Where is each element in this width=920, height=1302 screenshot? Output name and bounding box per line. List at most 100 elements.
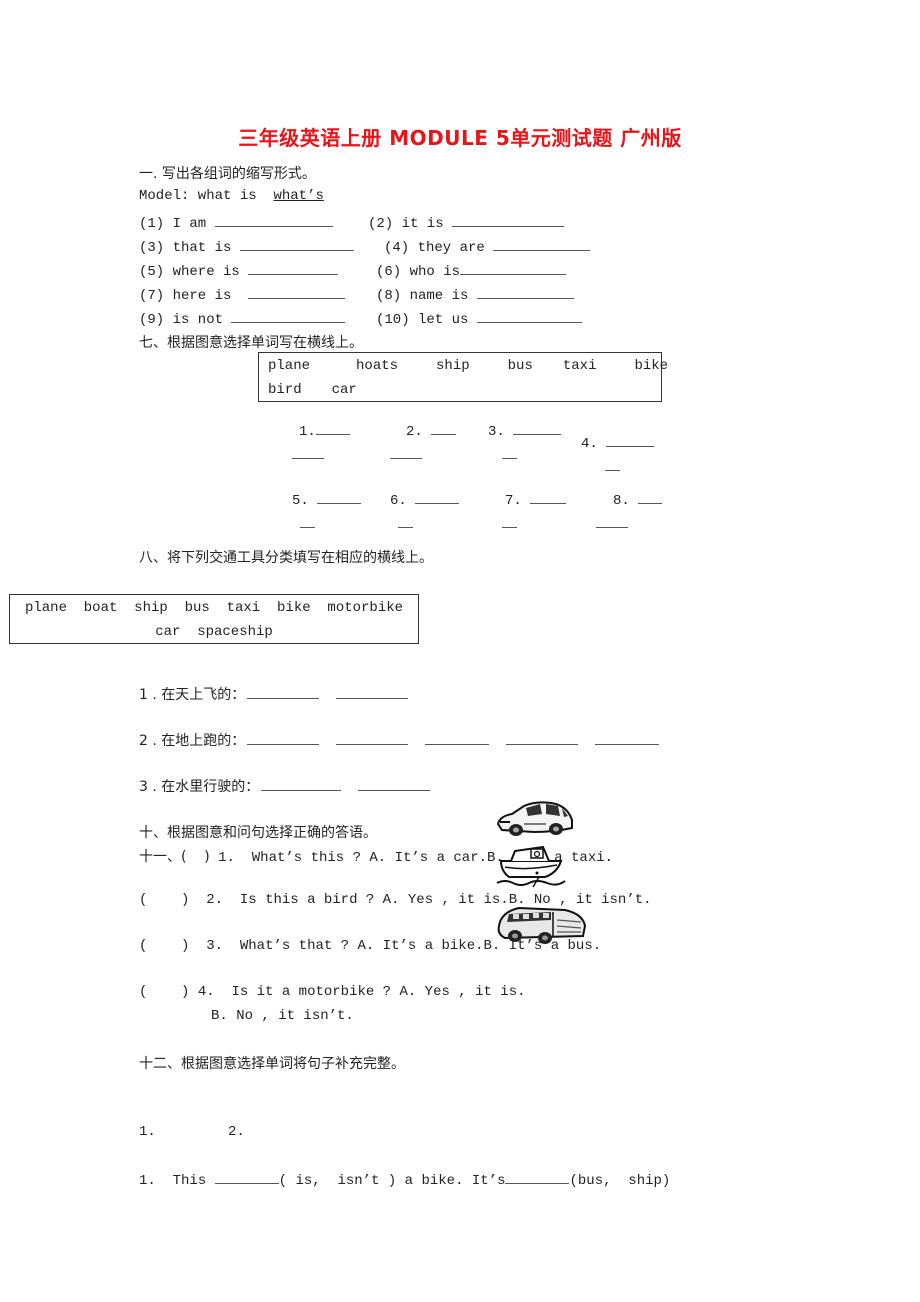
answer-blank[interactable] (292, 444, 324, 459)
classify-item-3: 3 . 在水里行驶的： (139, 776, 431, 796)
answer-blank[interactable] (358, 776, 431, 791)
blank-continuation (390, 444, 422, 463)
answer-blank[interactable] (476, 284, 574, 299)
sentence-text: ( is, isn’t ) a bike. It’s (278, 1173, 506, 1189)
classify-item-2: 2 . 在地上跑的： (139, 730, 660, 750)
answer-blank[interactable] (317, 489, 362, 504)
answer-paren[interactable]: ( ) (139, 892, 189, 908)
bus-picture (497, 906, 587, 944)
answer-blank[interactable] (530, 489, 567, 504)
blank-continuation (300, 513, 315, 532)
question-4: ( ) 4. Is it a motorbike ? A. Yes , it i… (139, 984, 526, 1000)
abbr-item-1: (1) I am (139, 212, 333, 232)
answer-blank[interactable] (247, 730, 320, 745)
answer-blank[interactable] (460, 260, 567, 275)
question-num: 4. (197, 984, 215, 1000)
blank-continuation (292, 444, 324, 463)
blank-num: 1. (299, 424, 316, 440)
question-num: 2. (206, 892, 224, 908)
blank-num: 7. (505, 493, 522, 509)
answer-blank[interactable] (431, 420, 457, 435)
answer-blank[interactable] (638, 489, 663, 504)
abbr-label: (3) that is (139, 240, 232, 256)
abbr-label: (1) I am (139, 216, 207, 232)
word-bank-line2: bird car (268, 382, 357, 398)
word: bus (507, 358, 533, 374)
answer-blank[interactable] (336, 684, 409, 699)
answer-blank[interactable] (502, 513, 517, 528)
classify-label: 3 . 在水里行驶的： (139, 779, 260, 795)
answer-blank[interactable] (239, 236, 354, 251)
answer-blank[interactable] (605, 456, 620, 471)
answer-blank[interactable] (231, 308, 346, 323)
document-title: 三年级英语上册 MODULE 5单元测试题 广州版 (238, 126, 682, 150)
fill-blank-5: 5. (292, 489, 362, 509)
answer-paren[interactable]: ( ) (139, 938, 189, 954)
word: car (331, 382, 357, 398)
word: taxi (562, 358, 597, 374)
blank-continuation (502, 513, 517, 532)
model-line: Model: what is what’s (139, 188, 324, 204)
answer-blank[interactable] (315, 420, 350, 435)
picture-label-1: 1. (139, 1124, 156, 1140)
answer-blank[interactable] (505, 1169, 570, 1184)
blank-num: 2. (406, 424, 423, 440)
answer-blank[interactable] (247, 684, 320, 699)
blank-continuation (502, 444, 517, 463)
abbr-label: (6) who is (376, 264, 461, 280)
word: hoats (356, 358, 399, 374)
abbr-item-7: (7) here is (139, 284, 346, 304)
answer-paren[interactable]: ( ) (139, 984, 189, 1000)
answer-blank[interactable] (425, 730, 490, 745)
abbr-item-2: (2) it is (368, 212, 565, 232)
answer-blank[interactable] (261, 776, 342, 791)
section12-heading: 十二、根据图意选择单词将句子补充完整。 (139, 1056, 405, 1072)
answer-paren[interactable]: 十一、( ) (139, 849, 210, 865)
classify-item-1: 1 . 在天上飞的： (139, 684, 409, 704)
blank-num: 4. (581, 436, 598, 452)
blank-continuation (605, 456, 620, 475)
abbr-item-8: (8) name is (376, 284, 574, 304)
abbr-item-10: (10) let us (376, 308, 582, 328)
answer-blank[interactable] (214, 1169, 279, 1184)
abbr-label: (7) here is (139, 288, 232, 304)
answer-blank[interactable] (248, 260, 339, 275)
fill-blank-1: 1. (299, 420, 350, 440)
answer-blank[interactable] (606, 432, 655, 447)
word-bank-line2: car spaceship (155, 624, 273, 640)
abbr-item-5: (5) where is (139, 260, 339, 280)
word-bank-line1: plane boat ship bus taxi bike motorbike (24, 600, 404, 616)
model-answer: what’s (273, 188, 324, 204)
fill-blank-3: 3. (488, 420, 562, 440)
classify-label: 1 . 在天上飞的： (139, 687, 246, 703)
answer-blank[interactable] (595, 730, 660, 745)
section8-heading: 八、将下列交通工具分类填写在相应的横线上。 (139, 550, 433, 566)
abbr-item-3: (3) that is (139, 236, 354, 256)
answer-blank[interactable] (300, 513, 315, 528)
fill-blank-2: 2. (406, 420, 457, 440)
answer-blank[interactable] (506, 730, 579, 745)
picture-label-2: 2. (228, 1124, 245, 1140)
answer-blank[interactable] (390, 444, 422, 459)
answer-blank[interactable] (398, 513, 413, 528)
answer-blank[interactable] (336, 730, 409, 745)
answer-blank[interactable] (476, 308, 582, 323)
abbr-label: (9) is not (139, 312, 224, 328)
answer-blank[interactable] (493, 236, 591, 251)
abbr-item-6: (6) who is (376, 260, 567, 280)
answer-blank[interactable] (452, 212, 565, 227)
sentence-num: 1. (139, 1173, 156, 1189)
answer-blank[interactable] (596, 513, 628, 528)
fill-blank-4: 4. (581, 432, 655, 452)
answer-blank[interactable] (214, 212, 333, 227)
answer-blank[interactable] (415, 489, 460, 504)
answer-blank[interactable] (502, 444, 517, 459)
abbr-label: (8) name is (376, 288, 469, 304)
sentence-options: (bus, ship) (569, 1173, 671, 1189)
word: ship (436, 358, 470, 374)
answer-blank[interactable] (513, 420, 562, 435)
question-text: Is this a bird ? A. Yes , it is.B. No , … (239, 892, 652, 908)
word-bank-7: plane hoats ship bus taxi bike bird car (258, 352, 668, 402)
answer-blank[interactable] (248, 284, 346, 299)
word-bank-line1: plane hoats ship bus taxi bike (268, 358, 668, 374)
